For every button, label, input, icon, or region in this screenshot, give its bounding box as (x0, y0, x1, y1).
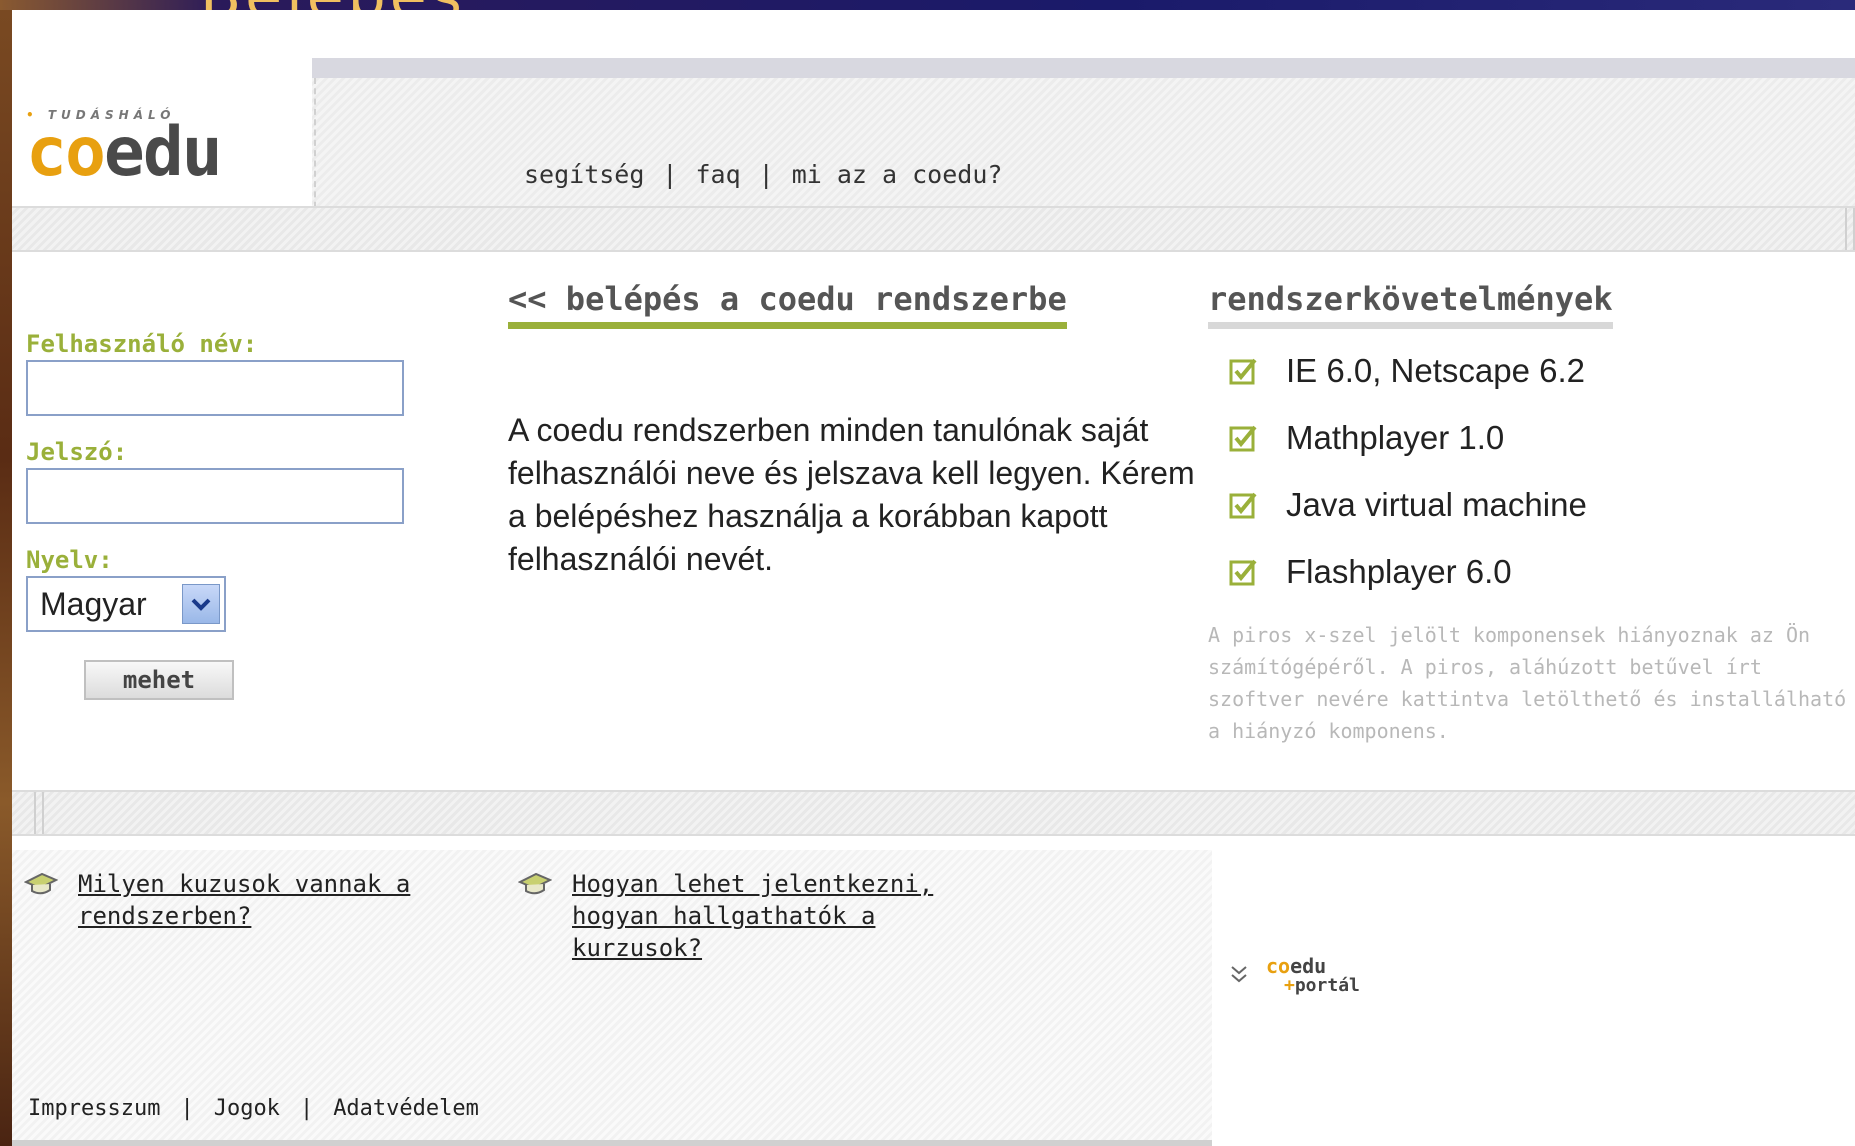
faq-item-enroll: Hogyan lehet jelentkezni, hogyan hallgat… (517, 868, 933, 964)
portal-plus: + (1284, 975, 1295, 996)
username-label: Felhasználó név: (26, 330, 258, 358)
login-form: Felhasználó név: Jelszó: Nyelv: Magyar m… (26, 330, 406, 700)
note-line: szoftver nevére kattintva letölthető és … (1208, 687, 1847, 711)
footer-separator: | (180, 1096, 194, 1121)
header-pattern (312, 78, 1855, 218)
checkbox-check-icon (1228, 423, 1258, 453)
main-content: << belépés a coedu rendszerbe A coedu re… (508, 280, 1208, 581)
slide-background-top: Belépés (0, 0, 1855, 10)
footer-link-rights[interactable]: Jogok (214, 1096, 280, 1121)
nav-link-about[interactable]: mi az a coedu? (792, 160, 1003, 189)
hat-icon (23, 870, 59, 896)
checkbox-check-icon (1228, 356, 1258, 386)
requirement-label: Mathplayer 1.0 (1286, 418, 1505, 456)
logo-edu: edu (103, 113, 223, 192)
bottom-divider (12, 1140, 1212, 1146)
footer-links: Impresszum | Jogok | Adatvédelem (28, 1096, 479, 1121)
requirement-item: Java virtual machine (1208, 471, 1855, 538)
submit-button[interactable]: mehet (84, 660, 234, 700)
login-description: A coedu rendszerben minden tanulónak saj… (508, 412, 1195, 577)
nav-link-help[interactable]: segítség (524, 160, 644, 189)
logo-co: co (26, 113, 106, 192)
nav-separator: | (662, 160, 678, 189)
note-line: A piros x-szel jelölt komponensek hiányo… (1208, 623, 1811, 647)
chevron-down-icon[interactable] (182, 584, 220, 624)
top-navigation: segítség | faq | mi az a coedu? (524, 160, 1002, 189)
language-label: Nyelv: (26, 546, 113, 574)
band-decoration (1845, 208, 1855, 250)
band-decoration (34, 792, 44, 834)
coedu-logo[interactable]: • TUDÁSHÁLÓ coedu (26, 108, 266, 208)
requirement-item: Flashplayer 6.0 (1208, 538, 1855, 605)
requirement-label: Java virtual machine (1286, 485, 1587, 523)
footer-link-imprint[interactable]: Impresszum (28, 1096, 160, 1121)
footer-link-privacy[interactable]: Adatvédelem (333, 1096, 479, 1121)
note-line: számítógépéről. A piros, aláhúzott betűv… (1208, 655, 1762, 679)
username-input[interactable] (26, 360, 404, 416)
portal-logo: coedu +portál (1266, 956, 1360, 996)
footer-separator: | (299, 1096, 314, 1121)
header: • TUDÁSHÁLÓ coedu segítség | faq | mi az… (12, 10, 1855, 218)
nav-link-faq[interactable]: faq (695, 160, 740, 189)
header-band (12, 206, 1855, 252)
note-line: a hiányzó komponens. (1208, 719, 1449, 743)
portal-logo-top: coedu (1266, 956, 1360, 976)
faq-link-enroll[interactable]: Hogyan lehet jelentkezni, hogyan hallgat… (572, 868, 933, 964)
faq-link-line: Hogyan lehet jelentkezni, (572, 870, 934, 898)
requirements-panel: rendszerkövetelmények IE 6.0, Netscape 6… (1208, 280, 1855, 747)
requirements-title: rendszerkövetelmények (1208, 280, 1613, 329)
requirement-item: Mathplayer 1.0 (1208, 404, 1855, 471)
faq-link-line: Milyen kuzusok vannak a (78, 870, 411, 898)
language-select-value: Magyar (40, 585, 147, 622)
logo-wordmark: coedu (26, 119, 266, 187)
coedu-portal-link[interactable]: coedu +portál (1230, 956, 1360, 996)
checkbox-check-icon (1228, 557, 1258, 587)
password-input[interactable] (26, 468, 404, 524)
portal-word: portál (1294, 975, 1360, 996)
header-stripe (312, 58, 1855, 78)
faq-link-line: rendszerben? (78, 902, 252, 930)
password-label: Jelszó: (26, 438, 128, 466)
faq-link-line: hogyan hallgathatók a (572, 902, 876, 930)
slide-title: Belépés (200, 0, 466, 10)
slide-background-left (0, 0, 12, 1146)
checkbox-check-icon (1228, 490, 1258, 520)
login-section-title: << belépés a coedu rendszerbe (508, 280, 1067, 329)
faq-item-courses: Milyen kuzusok vannak a rendszerben? (23, 868, 410, 932)
nav-separator: | (758, 160, 774, 189)
logo-divider (314, 78, 316, 218)
faq-link-line: kurzusok? (572, 934, 703, 962)
portal-logo-bottom: +portál (1266, 976, 1360, 996)
requirement-label: IE 6.0, Netscape 6.2 (1286, 351, 1586, 389)
requirements-note: A piros x-szel jelölt komponensek hiányo… (1208, 619, 1855, 747)
webpage: • TUDÁSHÁLÓ coedu segítség | faq | mi az… (12, 10, 1855, 1146)
double-chevron-down-icon (1230, 964, 1248, 988)
requirement-label: Flashplayer 6.0 (1286, 552, 1512, 590)
hat-icon (517, 870, 553, 896)
language-select[interactable]: Magyar (26, 576, 226, 632)
faq-link-courses[interactable]: Milyen kuzusok vannak a rendszerben? (78, 868, 410, 932)
content-band (12, 790, 1855, 836)
requirements-list: IE 6.0, Netscape 6.2 Mathplayer 1.0 Java… (1208, 337, 1855, 605)
requirement-item: IE 6.0, Netscape 6.2 (1208, 337, 1855, 404)
